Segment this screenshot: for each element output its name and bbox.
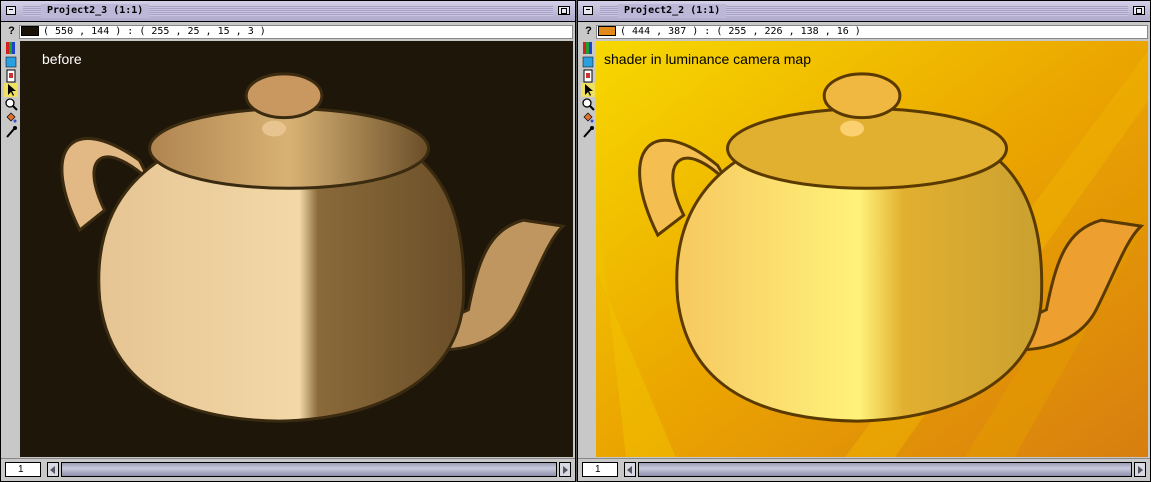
bottom-bar: 1 <box>1 458 575 481</box>
teapot-image <box>596 41 1148 457</box>
window-title: Project2_2 (1:1) <box>618 4 727 18</box>
color-palette-icon[interactable] <box>581 41 595 55</box>
window-before[interactable]: Project2_3 (1:1) ? ( 550 , 144 ) : ( 255… <box>0 0 576 482</box>
title-bar[interactable]: Project2_3 (1:1) <box>1 1 575 22</box>
magnifier-icon[interactable] <box>4 97 18 111</box>
window-shader[interactable]: Project2_2 (1:1) ? ( 444 , 387 ) : ( 255… <box>577 0 1151 482</box>
document-icon[interactable] <box>4 69 18 83</box>
document-icon[interactable] <box>581 69 595 83</box>
horizontal-scrollbar[interactable] <box>61 462 557 477</box>
zoom-box-icon[interactable] <box>1133 6 1145 15</box>
arrow-pointer-icon[interactable] <box>4 83 18 97</box>
page-number-field[interactable]: 1 <box>582 462 618 477</box>
image-canvas[interactable]: before <box>20 41 573 457</box>
title-bar[interactable]: Project2_2 (1:1) <box>578 1 1150 22</box>
scroll-right-icon[interactable] <box>559 462 571 477</box>
pixel-color-swatch <box>598 26 616 36</box>
tool-palette <box>4 41 18 139</box>
canvas-caption: shader in luminance camera map <box>604 51 811 67</box>
page-number-field[interactable]: 1 <box>5 462 41 477</box>
canvas-caption: before <box>42 51 82 67</box>
paint-bucket-icon[interactable] <box>581 111 595 125</box>
scroll-right-icon[interactable] <box>1134 462 1146 477</box>
pixel-info-bar: ( 444 , 387 ) : ( 255 , 226 , 138 , 16 ) <box>596 25 1148 39</box>
zoom-box-icon[interactable] <box>558 6 570 15</box>
pixel-info-bar: ( 550 , 144 ) : ( 255 , 25 , 15 , 3 ) <box>19 25 573 39</box>
magnifier-icon[interactable] <box>581 97 595 111</box>
scroll-left-icon[interactable] <box>47 462 59 477</box>
help-icon[interactable]: ? <box>6 25 17 38</box>
paint-bucket-icon[interactable] <box>4 111 18 125</box>
bottom-bar: 1 <box>578 458 1150 481</box>
teapot-image <box>20 41 573 457</box>
eyedropper-icon[interactable] <box>4 125 18 139</box>
tool-palette <box>581 41 595 139</box>
scroll-left-icon[interactable] <box>624 462 636 477</box>
color-palette-icon[interactable] <box>4 41 18 55</box>
help-icon[interactable]: ? <box>583 25 594 38</box>
close-box-icon[interactable] <box>583 6 593 15</box>
pixel-info-text: ( 444 , 387 ) : ( 255 , 226 , 138 , 16 ) <box>620 26 861 37</box>
arrow-pointer-icon[interactable] <box>581 83 595 97</box>
color-swatch-icon[interactable] <box>581 55 595 69</box>
color-swatch-icon[interactable] <box>4 55 18 69</box>
pixel-color-swatch <box>21 26 39 36</box>
image-canvas[interactable]: shader in luminance camera map <box>596 41 1148 457</box>
window-title: Project2_3 (1:1) <box>41 4 150 18</box>
eyedropper-icon[interactable] <box>581 125 595 139</box>
close-box-icon[interactable] <box>6 6 16 15</box>
pixel-info-text: ( 550 , 144 ) : ( 255 , 25 , 15 , 3 ) <box>43 26 266 37</box>
horizontal-scrollbar[interactable] <box>638 462 1132 477</box>
